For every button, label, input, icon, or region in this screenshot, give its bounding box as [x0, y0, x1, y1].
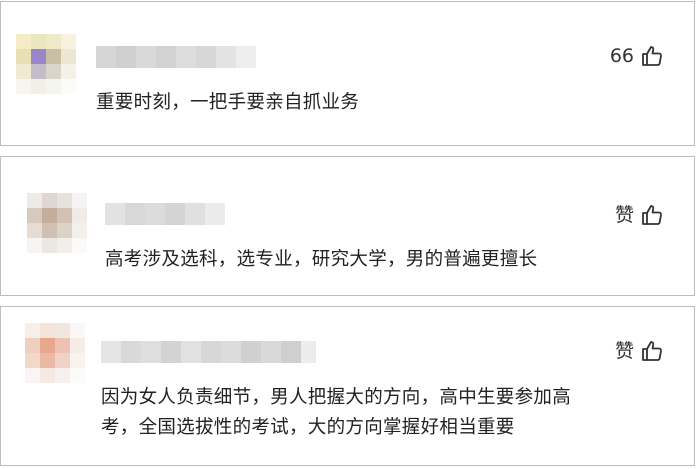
comment-text: 因为女人负责细节，男人把握大的方向，高中生要参加高 考，全国选拔性的考试，大的方…	[101, 383, 571, 443]
like-count: 66	[609, 45, 634, 67]
avatar[interactable]	[16, 34, 76, 94]
username-blurred[interactable]	[101, 341, 316, 363]
avatar[interactable]	[25, 323, 85, 383]
username-blurred[interactable]	[96, 46, 256, 68]
comment-card: 赞 因为女人负责细节，男人把握大的方向，高中生要参加高 考，全国选拔性的考试，大…	[0, 306, 695, 466]
like-label: 赞	[614, 340, 634, 362]
comment-line: 高考涉及选科，选专业，研究大学，男的普遍更擅长	[105, 249, 538, 270]
thumbs-up-icon	[640, 44, 664, 68]
username-blurred[interactable]	[105, 203, 225, 225]
avatar[interactable]	[27, 193, 87, 253]
comment-card: 66 重要时刻，一把手要亲自抓业务	[0, 1, 695, 146]
comment-text: 高考涉及选科，选专业，研究大学，男的普遍更擅长	[105, 245, 537, 275]
comment-line: 因为女人负责细节，男人把握大的方向，高中生要参加高	[101, 387, 572, 408]
like-button[interactable]: 赞	[615, 203, 664, 227]
comment-text: 重要时刻，一把手要亲自抓业务	[96, 88, 359, 118]
like-label: 赞	[614, 204, 634, 226]
like-button[interactable]: 66	[610, 44, 664, 68]
comment-line: 重要时刻，一把手要亲自抓业务	[96, 92, 360, 113]
comment-card: 赞 高考涉及选科，选专业，研究大学，男的普遍更擅长	[0, 156, 695, 296]
thumbs-up-icon	[640, 339, 664, 363]
comment-line: 考，全国选拔性的考试，大的方向掌握好相当重要	[101, 417, 515, 438]
thumbs-up-icon	[640, 203, 664, 227]
like-button[interactable]: 赞	[615, 339, 664, 363]
